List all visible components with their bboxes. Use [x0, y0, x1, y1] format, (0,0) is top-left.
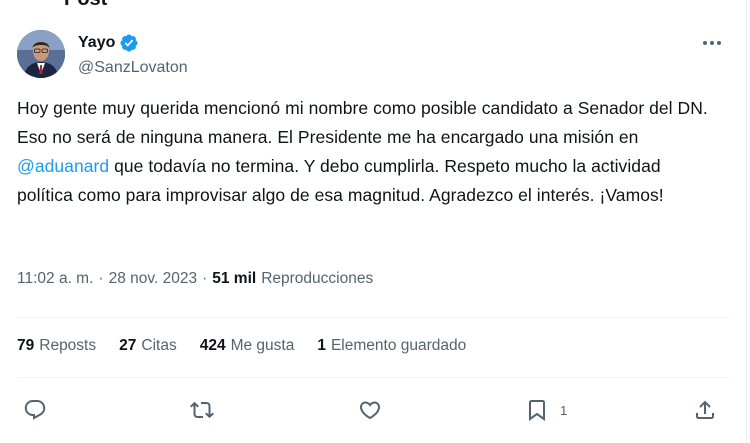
views-count: 51 mil [212, 270, 257, 287]
quotes-stat[interactable]: 27 Citas [119, 337, 177, 355]
tweet-meta: 11:02 a. m. · 28 nov. 2023 · 51 mil Repr… [17, 270, 373, 288]
more-dot-icon [717, 41, 721, 45]
share-button[interactable] [693, 393, 717, 427]
avatar[interactable] [17, 30, 65, 78]
repost-icon [190, 401, 214, 419]
reposts-stat[interactable]: 79 Reposts [17, 337, 96, 355]
reposts-count: 79 [17, 337, 35, 354]
avatar-image [17, 30, 65, 78]
engagement-stats: 79 Reposts 27 Citas 424 Me gusta 1 Eleme… [17, 337, 489, 355]
likes-label: Me gusta [230, 337, 295, 354]
action-bar: 1 [17, 393, 729, 427]
bookmarks-count: 1 [317, 337, 326, 354]
views-label: Reproducciones [261, 270, 374, 287]
quotes-count: 27 [119, 337, 137, 354]
reply-button[interactable] [23, 393, 47, 427]
meta-separator: · [98, 270, 104, 287]
verified-badge-icon[interactable] [119, 33, 139, 53]
bookmark-button[interactable]: 1 [525, 393, 567, 427]
mention-link[interactable]: @aduanard [17, 156, 109, 176]
author-handle[interactable]: @SanzLovaton [78, 59, 188, 77]
tweet-text: Hoy gente muy querida mencionó mi nombre… [17, 94, 717, 210]
share-icon [696, 400, 714, 419]
author-block: Yayo @SanzLovaton [78, 33, 188, 77]
likes-count: 424 [199, 337, 226, 354]
reposts-label: Reposts [39, 337, 97, 354]
more-options-button[interactable] [696, 32, 728, 54]
bookmarks-label: Elemento guardado [330, 337, 467, 354]
tweet-text-part-1: Hoy gente muy querida mencionó mi nombre… [17, 98, 708, 147]
more-dot-icon [703, 41, 707, 45]
heart-icon [359, 401, 381, 420]
divider [17, 377, 729, 378]
repost-button[interactable] [190, 393, 214, 427]
meta-separator: · [202, 270, 208, 287]
like-button[interactable] [358, 393, 382, 427]
quotes-label: Citas [141, 337, 177, 354]
header-strip: Post [0, 0, 750, 10]
tweet-time[interactable]: 11:02 a. m. [17, 270, 93, 288]
reply-icon [24, 400, 46, 420]
bookmark-icon [529, 400, 545, 421]
page-title: Post [64, 0, 107, 11]
tweet-text-part-2: que todavía no termina. Y debo cumplirla… [17, 156, 664, 205]
column-border [746, 0, 747, 443]
tweet-date[interactable]: 28 nov. 2023 [109, 270, 197, 288]
more-dot-icon [710, 41, 714, 45]
bookmark-count: 1 [560, 402, 568, 418]
bookmarks-stat[interactable]: 1 Elemento guardado [317, 337, 466, 355]
author-display-name[interactable]: Yayo [78, 34, 115, 52]
likes-stat[interactable]: 424 Me gusta [200, 337, 295, 355]
divider [17, 317, 729, 318]
name-row: Yayo [78, 33, 188, 53]
